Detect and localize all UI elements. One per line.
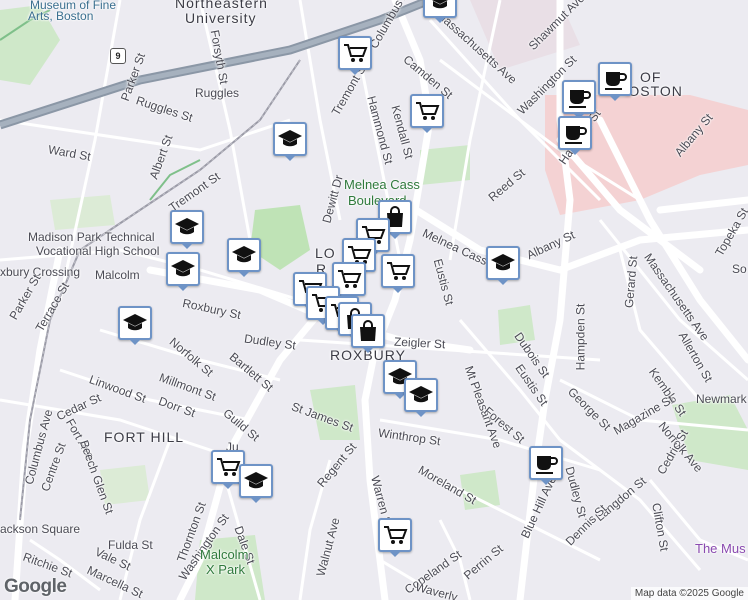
map-label-vocational: Vocational High School <box>36 244 160 258</box>
map-label-zeigler-st: Zeigler St <box>393 334 446 352</box>
map-canvas[interactable]: Museum of Fine Arts, Boston Northeastern… <box>0 0 748 600</box>
cafe-pin[interactable] <box>558 116 592 155</box>
map-label-ruggles: Ruggles <box>195 86 240 100</box>
map-label-of: OF <box>640 69 662 85</box>
map-label-melnea-cass: Melnea Cass <box>344 177 420 192</box>
map-label-the-museum: The Mus <box>695 541 746 556</box>
route-9-shield: 9 <box>110 48 126 64</box>
school-icon <box>123 314 147 331</box>
map-label-hampden-st: Hampden St <box>573 303 588 371</box>
coffee-icon <box>565 126 587 144</box>
shopping-pin[interactable] <box>351 314 385 353</box>
grocery-store-pin[interactable] <box>338 36 372 75</box>
google-logo: Google <box>4 576 67 597</box>
school-pin[interactable] <box>166 252 200 291</box>
school-pin[interactable] <box>423 0 457 23</box>
map-label-lo: LO <box>315 245 336 261</box>
school-pin[interactable] <box>239 464 273 503</box>
school-icon <box>432 0 448 9</box>
map-label-jackson-square: ackson Square <box>0 522 81 536</box>
cafe-pin[interactable] <box>562 80 596 119</box>
school-pin[interactable] <box>486 246 520 285</box>
cart-icon <box>217 458 241 476</box>
map-label-so: So <box>732 262 747 276</box>
map-label-mfa2: Arts, Boston <box>28 9 94 23</box>
map-label-university: University <box>185 10 257 26</box>
map-attribution[interactable]: Map data ©2025 Google <box>630 587 748 600</box>
cart-icon <box>384 526 408 544</box>
cart-icon <box>416 102 440 120</box>
map-label-malcolm-x-park: X Park <box>206 562 246 577</box>
map-label-madison-park: Madison Park Technical <box>28 230 155 244</box>
school-pin[interactable] <box>273 122 307 161</box>
grocery-store-pin[interactable] <box>378 518 412 557</box>
school-pin[interactable] <box>227 238 261 277</box>
map-label-newmark: Newmark <box>696 392 747 406</box>
coffee-icon <box>569 90 591 108</box>
map-label-northeastern: Northeastern <box>175 0 268 11</box>
grocery-store-pin[interactable] <box>410 94 444 133</box>
grocery-store-pin[interactable] <box>381 254 415 293</box>
school-icon <box>171 260 195 277</box>
cart-icon <box>344 44 368 62</box>
map-label-fort-hill: FORT HILL <box>104 429 185 445</box>
coffee-icon <box>605 72 627 90</box>
map-label-malcolm: Malcolm <box>95 268 140 282</box>
map-label-malcolm-x: Malcolm <box>200 547 249 562</box>
cart-icon <box>387 262 411 280</box>
school-icon <box>244 472 268 489</box>
cafe-pin[interactable] <box>598 62 632 101</box>
school-icon <box>232 246 256 263</box>
school-pin[interactable] <box>170 210 204 249</box>
school-pin[interactable] <box>404 378 438 417</box>
map-label-fulda-st: Fulda St <box>108 538 153 552</box>
school-icon <box>175 218 199 235</box>
school-icon <box>409 386 433 403</box>
cafe-pin[interactable] <box>529 446 563 485</box>
shopping-bag-icon <box>360 320 376 341</box>
school-pin[interactable] <box>118 306 152 345</box>
coffee-icon <box>536 456 558 474</box>
school-icon <box>278 130 302 147</box>
school-icon <box>491 254 515 271</box>
